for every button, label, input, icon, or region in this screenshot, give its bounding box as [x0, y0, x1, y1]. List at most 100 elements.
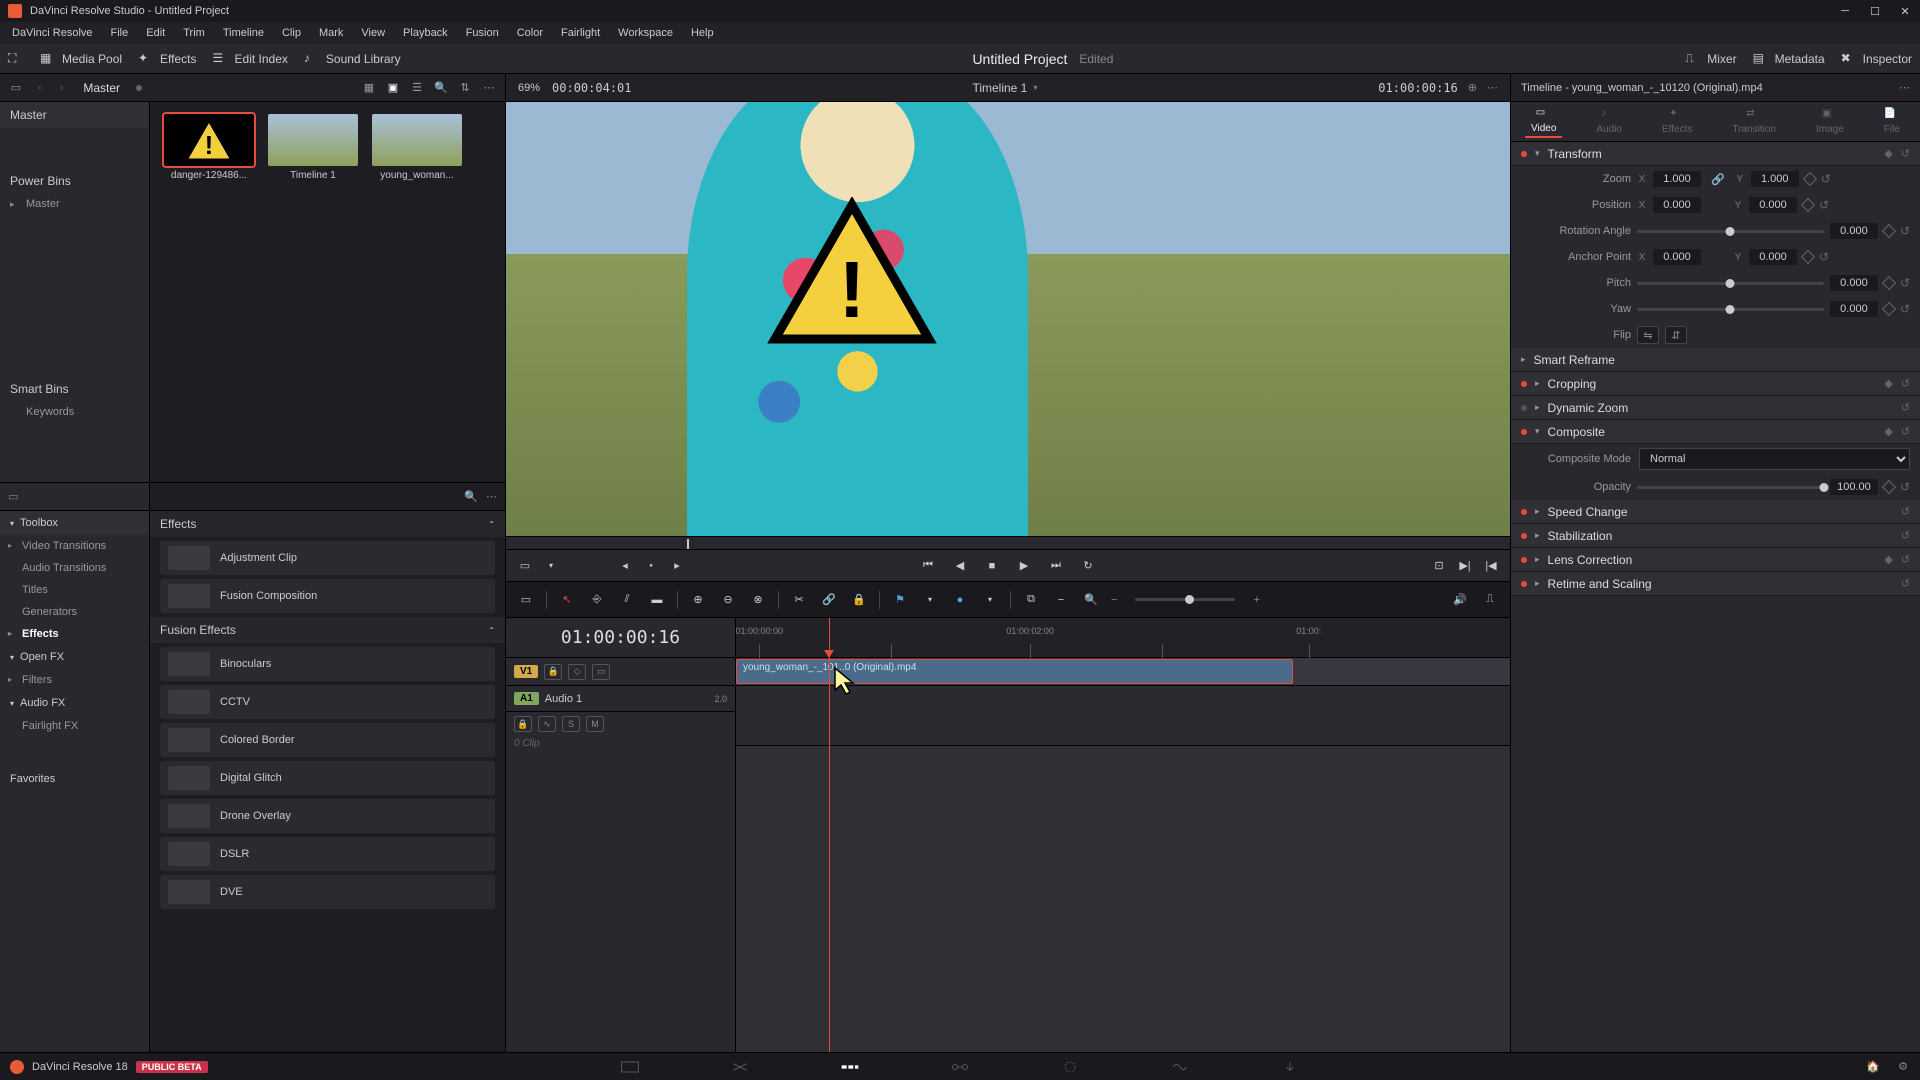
replace-clip-icon[interactable]: ⊗ — [748, 590, 768, 610]
flag-icon[interactable]: ⚑ — [890, 590, 910, 610]
fx-fusion-composition[interactable]: Fusion Composition — [160, 579, 495, 613]
fx-cctv[interactable]: CCTV — [160, 685, 495, 719]
media-clip-danger[interactable]: ! danger-129486... — [164, 114, 254, 181]
fx-colored-border[interactable]: Colored Border — [160, 723, 495, 757]
next-clip-icon[interactable]: ▶| — [1456, 557, 1474, 575]
transform-kf-icon[interactable]: ◆ — [1884, 147, 1892, 160]
rotation-slider[interactable] — [1637, 230, 1824, 233]
go-start-icon[interactable]: ⏮ — [919, 557, 937, 575]
nav-fwd[interactable]: › — [56, 82, 68, 94]
rot-kf[interactable] — [1882, 224, 1896, 238]
zoom-slider[interactable] — [1135, 598, 1235, 601]
stab-reset-icon[interactable]: ↺ — [1901, 529, 1910, 542]
menu-workspace[interactable]: Workspace — [610, 25, 681, 41]
zoom-link-icon[interactable]: 🔗 — [1707, 173, 1729, 186]
yaw-reset[interactable]: ↺ — [1900, 302, 1910, 316]
retime-header[interactable]: ▸Retime and Scaling ↺ — [1511, 572, 1920, 596]
menu-clip[interactable]: Clip — [274, 25, 309, 41]
pos-reset[interactable]: ↺ — [1819, 198, 1829, 212]
step-back-icon[interactable]: ◀ — [951, 557, 969, 575]
overwrite-clip-icon[interactable]: ⊖ — [718, 590, 738, 610]
minimize-button[interactable]: ─ — [1838, 4, 1852, 18]
fairlight-page-tab[interactable] — [1170, 1059, 1190, 1075]
dz-reset-icon[interactable]: ↺ — [1901, 401, 1910, 414]
menu-color[interactable]: Color — [509, 25, 551, 41]
play-icon[interactable]: ▶ — [1015, 557, 1033, 575]
mixer-button[interactable]: ⎍Mixer — [1685, 51, 1736, 67]
v1-track[interactable]: young_woman_-_101..0 (Original).mp4 — [736, 658, 1510, 686]
pitch-kf[interactable] — [1882, 276, 1896, 290]
menu-trim[interactable]: Trim — [175, 25, 213, 41]
zoom-fit-icon[interactable]: 🔍 — [1081, 590, 1101, 610]
fx-options-icon[interactable]: ⋯ — [486, 490, 497, 503]
speed-change-header[interactable]: ▸Speed Change ↺ — [1511, 500, 1920, 524]
nav-audio-transitions[interactable]: Audio Transitions — [0, 557, 149, 579]
a1-solo-icon[interactable]: S — [562, 716, 580, 732]
nav-back[interactable]: ‹ — [34, 82, 46, 94]
panel-toggle-icon[interactable]: ▭ — [8, 490, 18, 503]
edit-page-tab[interactable] — [840, 1059, 860, 1075]
toolbox-hdr[interactable]: ▾Toolbox — [0, 511, 149, 535]
effects-button[interactable]: ✦Effects — [138, 51, 196, 67]
insp-tab-effects[interactable]: ✦Effects — [1656, 106, 1698, 137]
maximize-button[interactable]: ☐ — [1868, 4, 1882, 18]
insp-tab-video[interactable]: ▭Video — [1525, 105, 1562, 138]
transform-header[interactable]: ▾ Transform ◆ ↺ — [1511, 142, 1920, 166]
anch-y[interactable]: 0.000 — [1749, 249, 1797, 265]
zoom-y[interactable]: 1.000 — [1751, 171, 1799, 187]
match-frame-icon[interactable]: ⊡ — [1430, 557, 1448, 575]
speed-reset-icon[interactable]: ↺ — [1901, 505, 1910, 518]
stop-icon[interactable]: ■ — [983, 557, 1001, 575]
favorites-hdr[interactable]: Favorites — [0, 767, 149, 791]
opacity-val[interactable]: 100.00 — [1830, 479, 1878, 495]
fx-binoculars[interactable]: Binoculars — [160, 647, 495, 681]
flip-h-button[interactable]: ⇋ — [1637, 326, 1659, 344]
menu-playback[interactable]: Playback — [395, 25, 456, 41]
lock-icon[interactable]: 🔒 — [849, 590, 869, 610]
nav-effects[interactable]: ▸Effects — [0, 623, 149, 645]
zoom-x[interactable]: 1.000 — [1653, 171, 1701, 187]
pos-y[interactable]: 0.000 — [1749, 197, 1797, 213]
nav-filters[interactable]: ▸Filters — [0, 669, 149, 691]
insp-tab-file[interactable]: 📄File — [1878, 106, 1906, 137]
pos-x[interactable]: 0.000 — [1653, 197, 1701, 213]
playhead[interactable] — [829, 618, 830, 1052]
insp-tab-audio[interactable]: ♪Audio — [1590, 106, 1628, 137]
lens-reset-icon[interactable]: ↺ — [1901, 553, 1910, 566]
project-settings-icon[interactable]: ⚙ — [1898, 1060, 1908, 1073]
anch-kf[interactable] — [1801, 250, 1815, 264]
transform-reset-icon[interactable]: ↺ — [1901, 147, 1910, 160]
viewer-target-icon[interactable]: ⊕ — [1468, 81, 1477, 94]
tl-options-icon[interactable]: ⎍ — [1480, 590, 1500, 610]
yaw-kf[interactable] — [1882, 302, 1896, 316]
viewer-options-icon[interactable]: ⋯ — [1487, 81, 1498, 94]
menu-file[interactable]: File — [103, 25, 137, 41]
opacity-reset[interactable]: ↺ — [1900, 480, 1910, 494]
search-icon[interactable]: 🔍 — [433, 80, 449, 96]
dynamic-trim-icon[interactable]: ⫽ — [617, 590, 637, 610]
prev-edit-icon[interactable]: ◂ — [616, 557, 634, 575]
smart-reframe-header[interactable]: ▸Smart Reframe — [1511, 348, 1920, 372]
rotation-val[interactable]: 0.000 — [1830, 223, 1878, 239]
bin-master-label[interactable]: Master — [83, 81, 120, 95]
media-clip-timeline1[interactable]: Timeline 1 — [268, 114, 358, 181]
home-icon[interactable] — [10, 1060, 24, 1074]
menu-help[interactable]: Help — [683, 25, 722, 41]
menu-mark[interactable]: Mark — [311, 25, 351, 41]
marker-icon[interactable]: ● — [950, 590, 970, 610]
menu-davinci[interactable]: DaVinci Resolve — [4, 25, 101, 41]
prev-clip-icon[interactable]: |◀ — [1482, 557, 1500, 575]
viewer-scrubber[interactable] — [506, 536, 1510, 550]
nav-titles[interactable]: Titles — [0, 579, 149, 601]
pitch-val[interactable]: 0.000 — [1830, 275, 1878, 291]
power-bins-hdr[interactable]: Power Bins — [0, 168, 149, 194]
v1-badge[interactable]: V1 — [514, 665, 538, 678]
timeline-tracks[interactable]: 01:00:00:00 01:00:02:00 01:00: young_wom… — [736, 618, 1510, 1052]
composite-mode-select[interactable]: Normal — [1639, 448, 1910, 470]
crop-reset-icon[interactable]: ↺ — [1901, 377, 1910, 390]
nav-video-transitions[interactable]: ▸Video Transitions — [0, 535, 149, 557]
color-page-tab[interactable] — [1060, 1059, 1080, 1075]
yaw-slider[interactable] — [1637, 308, 1824, 311]
power-bins-master[interactable]: ▸Master — [0, 194, 149, 214]
inspector-options-icon[interactable]: ⋯ — [1899, 81, 1910, 94]
